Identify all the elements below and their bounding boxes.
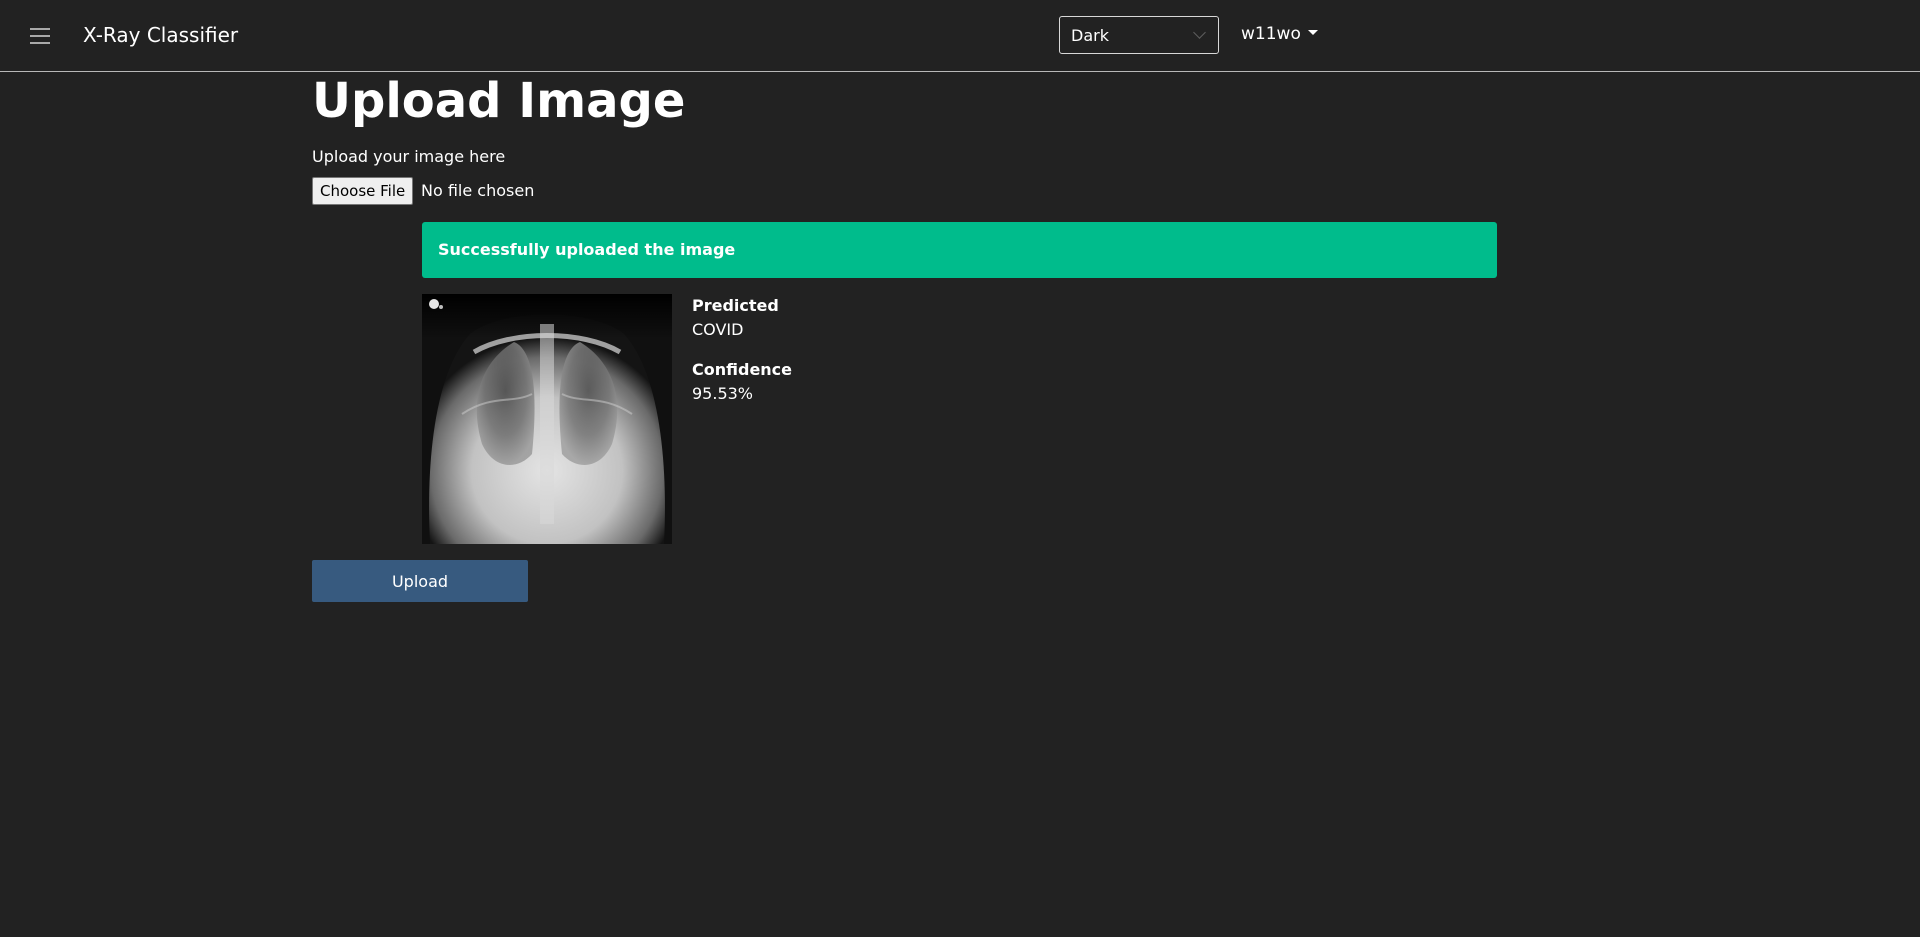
upload-label: Upload your image here [312,147,506,166]
predicted-value: COVID [692,320,744,339]
predicted-block: Predicted COVID [692,294,779,342]
hamburger-icon[interactable] [30,28,50,44]
success-alert: Successfully uploaded the image [422,222,1497,278]
page-title: Upload Image [312,73,686,129]
confidence-block: Confidence 95.53% [692,358,792,406]
predicted-label: Predicted [692,296,779,315]
caret-down-icon [1307,29,1318,35]
user-name: w11wo [1241,24,1301,44]
user-menu[interactable]: w11wo [1241,24,1318,44]
choose-file-button[interactable]: Choose File [312,177,414,205]
theme-select[interactable]: Dark [1059,16,1219,54]
confidence-value: 95.53% [692,384,754,403]
file-status: No file chosen [421,181,535,200]
app-brand[interactable]: X-Ray Classifier [83,23,238,47]
chevron-down-icon [1193,26,1206,39]
upload-button[interactable]: Upload [312,560,528,602]
theme-select-value: Dark [1071,26,1109,45]
xray-image [422,294,672,544]
navbar: X-Ray Classifier Dark w11wo [0,0,1920,72]
confidence-label: Confidence [692,360,793,379]
